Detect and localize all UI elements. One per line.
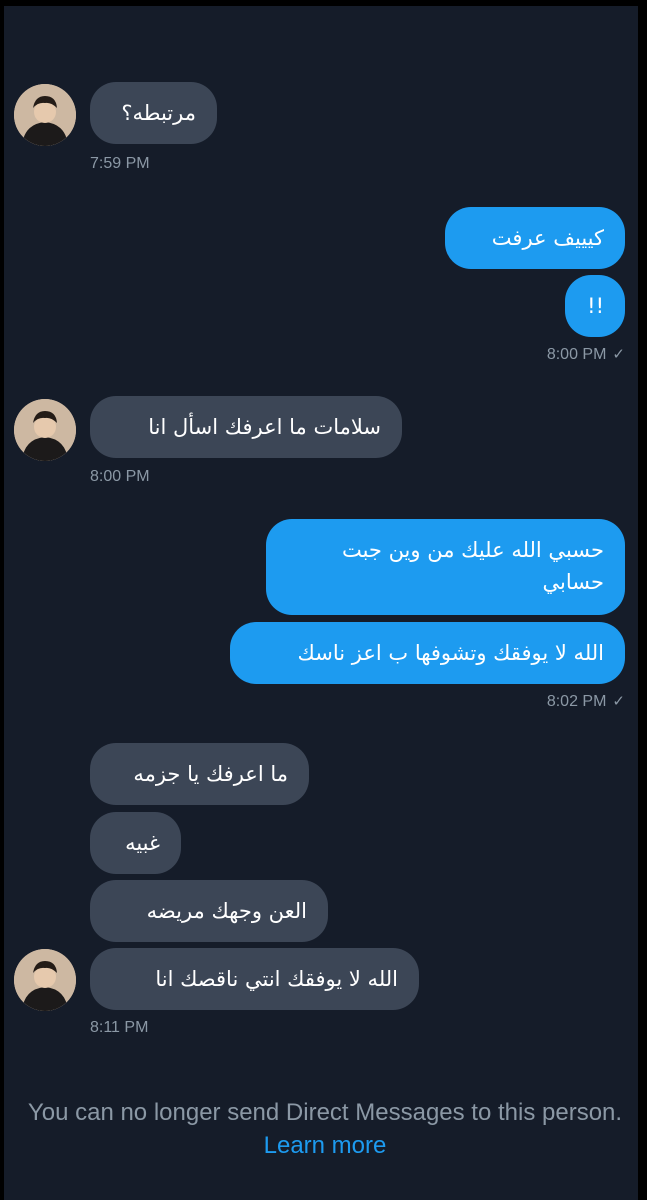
- avatar[interactable]: [14, 399, 76, 461]
- message-text: العن وجهك مريضه: [146, 899, 307, 923]
- message-bubble-incoming[interactable]: مرتبطه؟: [90, 82, 217, 144]
- message-text-line: حسبي الله عليك من وين جبت: [341, 538, 604, 562]
- person-icon: [14, 949, 76, 1011]
- message-bubble-incoming[interactable]: سلامات ما اعرفك اسأل انا: [90, 396, 402, 458]
- message-bubble-incoming[interactable]: العن وجهك مريضه: [90, 880, 328, 942]
- message-bubble-outgoing[interactable]: !!: [565, 275, 625, 337]
- message-text: الله لا يوفقك وتشوفها ب اعز ناسك: [297, 641, 604, 665]
- message-bubble-outgoing[interactable]: الله لا يوفقك وتشوفها ب اعز ناسك: [230, 622, 625, 684]
- person-icon: [14, 84, 76, 146]
- avatar[interactable]: [14, 84, 76, 146]
- message-bubble-outgoing[interactable]: حسبي الله عليك من وين جبت حسابي: [266, 519, 625, 615]
- avatar[interactable]: [14, 949, 76, 1011]
- person-icon: [14, 399, 76, 461]
- message-text: !!: [587, 294, 604, 318]
- message-bubble-incoming[interactable]: ما اعرفك يا جزمه: [90, 743, 309, 805]
- message-text: غبيه: [125, 831, 160, 855]
- message-text: ما اعرفك يا جزمه: [133, 762, 288, 786]
- message-bubble-incoming[interactable]: غبيه: [90, 812, 181, 874]
- timestamp-text: 8:02 PM: [546, 693, 607, 710]
- message-timestamp: 8:11 PM: [90, 1019, 149, 1036]
- sent-check-icon: ✓: [612, 346, 625, 363]
- learn-more-link[interactable]: Learn more: [264, 1132, 387, 1159]
- message-text: سلامات ما اعرفك اسأل انا: [148, 415, 381, 439]
- message-timestamp: 7:59 PM: [90, 155, 150, 172]
- dm-conversation: مرتبطه؟ 7:59 PM كيييف عرفت !! 8:00 PM ✓ س…: [4, 6, 638, 1200]
- message-timestamp: 8:00 PM: [90, 468, 150, 485]
- message-timestamp: 8:00 PM ✓: [523, 345, 625, 365]
- sent-check-icon: ✓: [612, 693, 625, 710]
- message-bubble-incoming[interactable]: الله لا يوفقك انتي ناقصك انا: [90, 948, 419, 1010]
- dm-disabled-notice: You can no longer send Direct Messages t…: [20, 1096, 630, 1162]
- message-bubble-outgoing[interactable]: كيييف عرفت: [445, 207, 625, 269]
- timestamp-text: 8:00 PM: [546, 346, 607, 363]
- message-text: كيييف عرفت: [491, 226, 604, 250]
- message-text: الله لا يوفقك انتي ناقصك انا: [155, 967, 398, 991]
- notice-text: You can no longer send Direct Messages t…: [27, 1099, 623, 1126]
- message-timestamp: 8:02 PM ✓: [523, 692, 625, 712]
- message-text-line: حسابي: [542, 570, 604, 594]
- message-text: مرتبطه؟: [121, 101, 196, 125]
